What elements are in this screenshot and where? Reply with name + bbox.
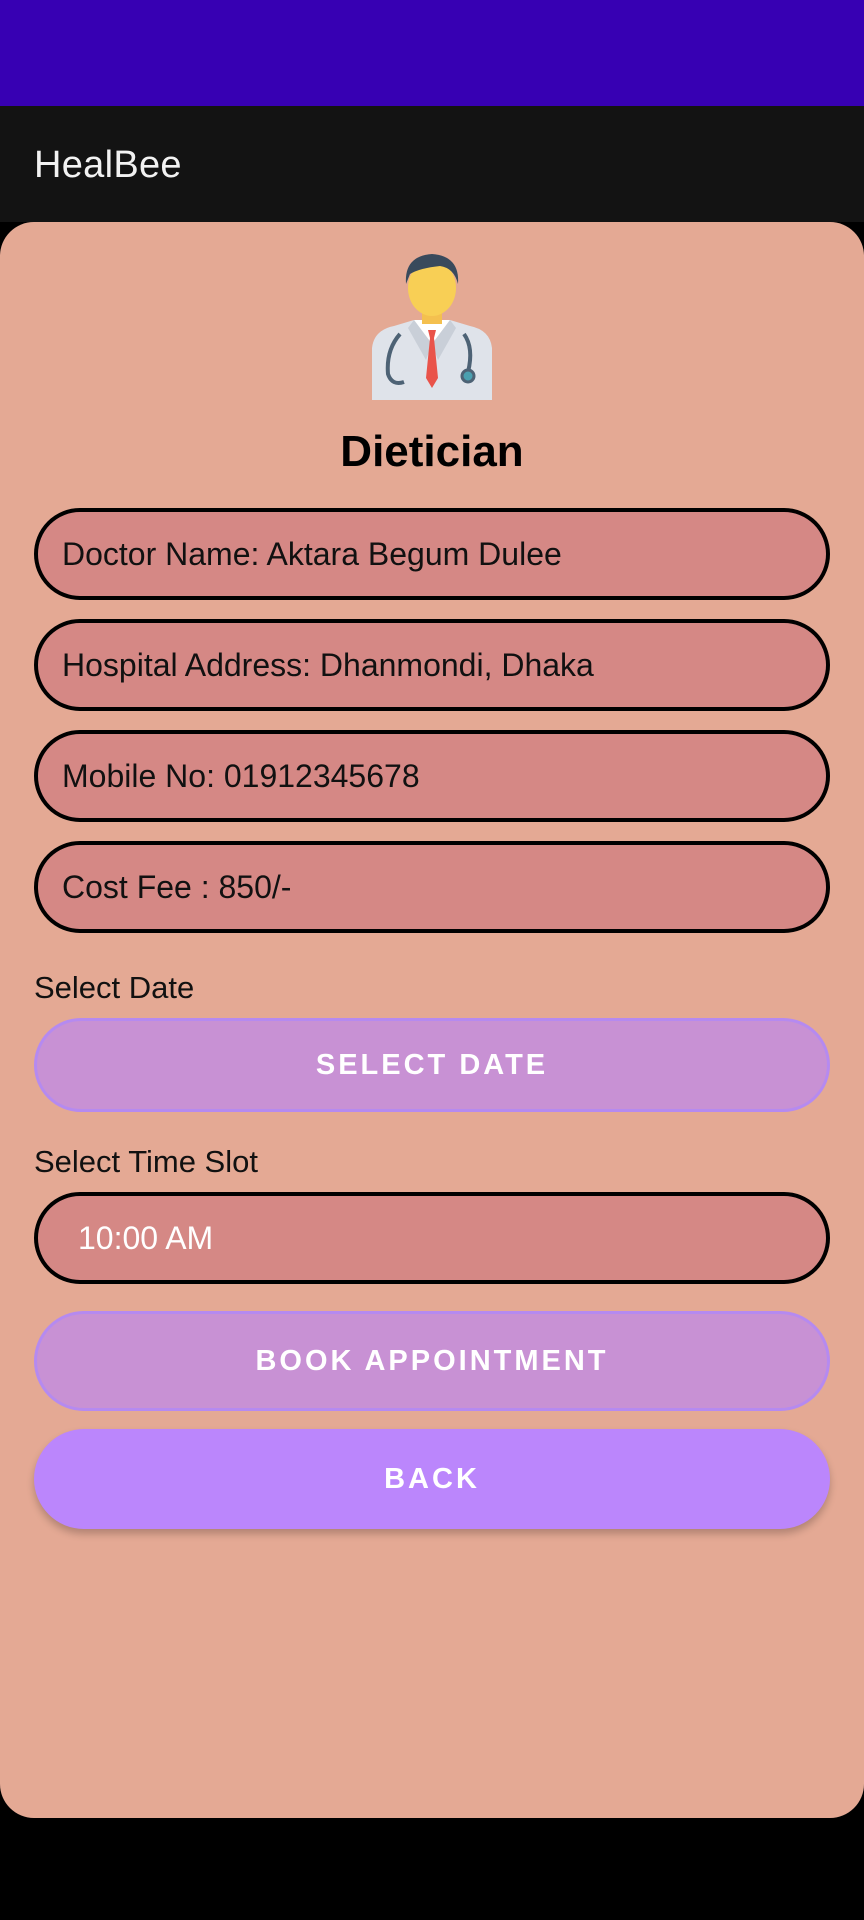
app-title: HealBee (34, 144, 182, 186)
status-bar (0, 0, 864, 106)
doctor-name-field: Doctor Name: Aktara Begum Dulee (34, 508, 830, 600)
app-bar: HealBee (0, 106, 864, 222)
doctor-details-card: Dietician Doctor Name: Aktara Begum Dule… (0, 222, 864, 1818)
mobile-number-field: Mobile No: 01912345678 (34, 730, 830, 822)
select-date-label: Select Date (34, 970, 195, 1005)
book-appointment-button[interactable]: BOOK APPOINTMENT (34, 1311, 830, 1411)
cost-fee-field: Cost Fee : 850/- (34, 841, 830, 933)
time-slot-dropdown[interactable]: 10:00 AM (34, 1192, 830, 1284)
doctor-avatar-icon (372, 254, 492, 400)
doctor-specialty-title: Dietician (340, 427, 524, 476)
hospital-address-field: Hospital Address: Dhanmondi, Dhaka (34, 619, 830, 711)
select-date-button[interactable]: SELECT DATE (34, 1018, 830, 1112)
back-button[interactable]: BACK (34, 1429, 830, 1529)
select-time-slot-label: Select Time Slot (34, 1144, 258, 1179)
